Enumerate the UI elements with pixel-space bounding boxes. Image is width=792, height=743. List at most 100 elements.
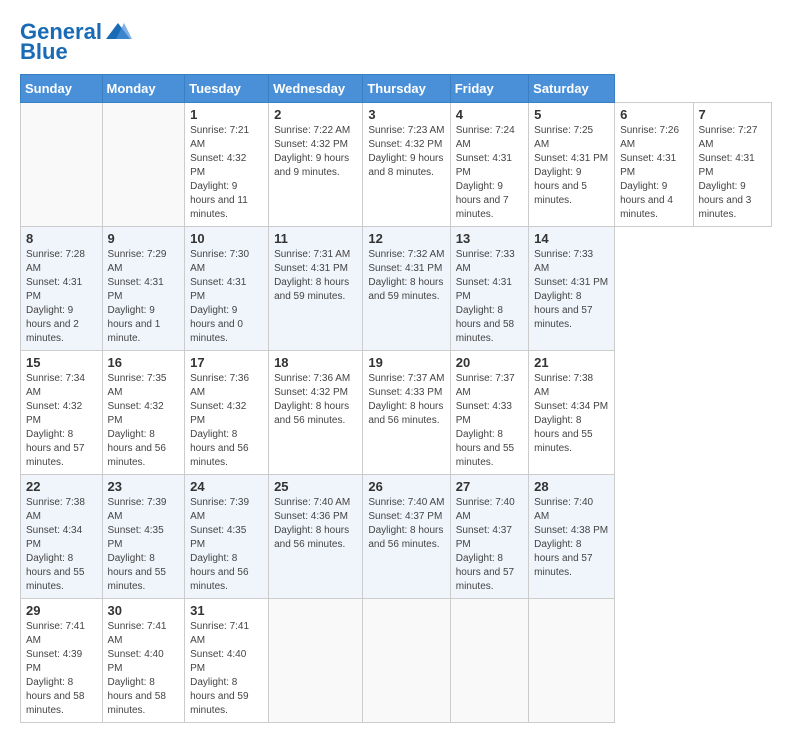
day-number: 15: [26, 355, 97, 370]
calendar-cell: [450, 599, 528, 723]
calendar-cell: 17 Sunrise: 7:36 AMSunset: 4:32 PMDayligh…: [185, 351, 269, 475]
calendar-cell: [529, 599, 615, 723]
day-number: 25: [274, 479, 357, 494]
day-info: Sunrise: 7:30 AMSunset: 4:31 PMDaylight:…: [190, 248, 263, 346]
logo-blue-text: Blue: [20, 40, 68, 64]
day-info: Sunrise: 7:40 AMSunset: 4:36 PMDaylight:…: [274, 496, 357, 552]
day-info: Sunrise: 7:33 AMSunset: 4:31 PMDaylight:…: [456, 248, 523, 346]
calendar-cell: 26 Sunrise: 7:40 AMSunset: 4:37 PMDayligh…: [363, 475, 450, 599]
day-number: 9: [108, 231, 180, 246]
day-number: 22: [26, 479, 97, 494]
col-header-wednesday: Wednesday: [269, 75, 363, 103]
day-number: 14: [534, 231, 609, 246]
day-info: Sunrise: 7:35 AMSunset: 4:32 PMDaylight:…: [108, 372, 180, 470]
logo-icon: [104, 21, 132, 43]
day-number: 23: [108, 479, 180, 494]
day-number: 30: [108, 603, 180, 618]
week-row-4: 22 Sunrise: 7:38 AMSunset: 4:34 PMDayligh…: [21, 475, 772, 599]
page-header: General Blue: [20, 20, 772, 64]
day-info: Sunrise: 7:28 AMSunset: 4:31 PMDaylight:…: [26, 248, 97, 346]
day-info: Sunrise: 7:40 AMSunset: 4:38 PMDaylight:…: [534, 496, 609, 580]
day-number: 6: [620, 107, 687, 122]
col-header-monday: Monday: [102, 75, 185, 103]
day-number: 13: [456, 231, 523, 246]
calendar-cell: 8 Sunrise: 7:28 AMSunset: 4:31 PMDaylight…: [21, 227, 103, 351]
day-number: 10: [190, 231, 263, 246]
col-header-sunday: Sunday: [21, 75, 103, 103]
day-info: Sunrise: 7:41 AMSunset: 4:40 PMDaylight:…: [108, 620, 180, 718]
day-info: Sunrise: 7:33 AMSunset: 4:31 PMDaylight:…: [534, 248, 609, 332]
day-info: Sunrise: 7:40 AMSunset: 4:37 PMDaylight:…: [368, 496, 444, 552]
day-number: 8: [26, 231, 97, 246]
day-info: Sunrise: 7:40 AMSunset: 4:37 PMDaylight:…: [456, 496, 523, 594]
day-number: 26: [368, 479, 444, 494]
calendar-cell: 31Sunrise: 7:41 AMSunset: 4:40 PMDayligh…: [185, 599, 269, 723]
calendar-cell: 10 Sunrise: 7:30 AMSunset: 4:31 PMDayligh…: [185, 227, 269, 351]
day-number: 28: [534, 479, 609, 494]
col-header-tuesday: Tuesday: [185, 75, 269, 103]
calendar-cell: 1 Sunrise: 7:21 AMSunset: 4:32 PMDaylight…: [185, 103, 269, 227]
calendar-cell: 30 Sunrise: 7:41 AMSunset: 4:40 PMDayligh…: [102, 599, 185, 723]
calendar-cell: 12 Sunrise: 7:32 AMSunset: 4:31 PMDayligh…: [363, 227, 450, 351]
day-info: Sunrise: 7:25 AMSunset: 4:31 PMDaylight:…: [534, 124, 609, 208]
day-number: 16: [108, 355, 180, 370]
day-info: Sunrise: 7:31 AMSunset: 4:31 PMDaylight:…: [274, 248, 357, 304]
calendar-cell: 16 Sunrise: 7:35 AMSunset: 4:32 PMDayligh…: [102, 351, 185, 475]
week-row-2: 8 Sunrise: 7:28 AMSunset: 4:31 PMDaylight…: [21, 227, 772, 351]
week-row-5: 29 Sunrise: 7:41 AMSunset: 4:39 PMDayligh…: [21, 599, 772, 723]
calendar-cell: 24 Sunrise: 7:39 AMSunset: 4:35 PMDayligh…: [185, 475, 269, 599]
calendar-cell: 9 Sunrise: 7:29 AMSunset: 4:31 PMDaylight…: [102, 227, 185, 351]
day-info: Sunrise: 7:36 AMSunset: 4:32 PMDaylight:…: [190, 372, 263, 470]
calendar-cell: 25 Sunrise: 7:40 AMSunset: 4:36 PMDayligh…: [269, 475, 363, 599]
calendar-cell: 6Sunrise: 7:26 AMSunset: 4:31 PMDaylight…: [615, 103, 693, 227]
calendar-cell: 15Sunrise: 7:34 AMSunset: 4:32 PMDayligh…: [21, 351, 103, 475]
day-number: 24: [190, 479, 263, 494]
day-number: 3: [368, 107, 444, 122]
calendar-cell-empty: [102, 103, 185, 227]
day-info: Sunrise: 7:32 AMSunset: 4:31 PMDaylight:…: [368, 248, 444, 304]
calendar-cell: 5Sunrise: 7:25 AMSunset: 4:31 PMDaylight…: [529, 103, 615, 227]
day-info: Sunrise: 7:38 AMSunset: 4:34 PMDaylight:…: [534, 372, 609, 456]
day-number: 17: [190, 355, 263, 370]
day-info: Sunrise: 7:29 AMSunset: 4:31 PMDaylight:…: [108, 248, 180, 346]
week-row-3: 15Sunrise: 7:34 AMSunset: 4:32 PMDayligh…: [21, 351, 772, 475]
calendar-cell: 11 Sunrise: 7:31 AMSunset: 4:31 PMDayligh…: [269, 227, 363, 351]
calendar-table: SundayMondayTuesdayWednesdayThursdayFrid…: [20, 74, 772, 723]
col-header-saturday: Saturday: [529, 75, 615, 103]
calendar-cell: 28 Sunrise: 7:40 AMSunset: 4:38 PMDayligh…: [529, 475, 615, 599]
logo: General Blue: [20, 20, 132, 64]
day-info: Sunrise: 7:21 AMSunset: 4:32 PMDaylight:…: [190, 124, 263, 222]
day-number: 11: [274, 231, 357, 246]
calendar-cell: 27Sunrise: 7:40 AMSunset: 4:37 PMDayligh…: [450, 475, 528, 599]
day-number: 29: [26, 603, 97, 618]
day-info: Sunrise: 7:23 AMSunset: 4:32 PMDaylight:…: [368, 124, 444, 180]
day-number: 1: [190, 107, 263, 122]
day-info: Sunrise: 7:41 AMSunset: 4:39 PMDaylight:…: [26, 620, 97, 718]
day-info: Sunrise: 7:39 AMSunset: 4:35 PMDaylight:…: [190, 496, 263, 594]
calendar-cell: 20 Sunrise: 7:37 AMSunset: 4:33 PMDayligh…: [450, 351, 528, 475]
day-number: 20: [456, 355, 523, 370]
calendar-cell: 3 Sunrise: 7:23 AMSunset: 4:32 PMDaylight…: [363, 103, 450, 227]
day-info: Sunrise: 7:24 AMSunset: 4:31 PMDaylight:…: [456, 124, 523, 222]
day-info: Sunrise: 7:37 AMSunset: 4:33 PMDaylight:…: [368, 372, 444, 428]
day-number: 12: [368, 231, 444, 246]
col-header-friday: Friday: [450, 75, 528, 103]
day-number: 4: [456, 107, 523, 122]
day-info: Sunrise: 7:39 AMSunset: 4:35 PMDaylight:…: [108, 496, 180, 594]
calendar-cell: 22 Sunrise: 7:38 AMSunset: 4:34 PMDayligh…: [21, 475, 103, 599]
day-info: Sunrise: 7:36 AMSunset: 4:32 PMDaylight:…: [274, 372, 357, 428]
calendar-cell: 13 Sunrise: 7:33 AMSunset: 4:31 PMDayligh…: [450, 227, 528, 351]
calendar-cell: 2Sunrise: 7:22 AMSunset: 4:32 PMDaylight…: [269, 103, 363, 227]
calendar-cell: 23 Sunrise: 7:39 AMSunset: 4:35 PMDayligh…: [102, 475, 185, 599]
day-number: 31: [190, 603, 263, 618]
calendar-cell: 14 Sunrise: 7:33 AMSunset: 4:31 PMDayligh…: [529, 227, 615, 351]
calendar-cell-empty: [21, 103, 103, 227]
calendar-cell: [269, 599, 363, 723]
day-info: Sunrise: 7:38 AMSunset: 4:34 PMDaylight:…: [26, 496, 97, 594]
calendar-cell: 19 Sunrise: 7:37 AMSunset: 4:33 PMDayligh…: [363, 351, 450, 475]
day-info: Sunrise: 7:37 AMSunset: 4:33 PMDaylight:…: [456, 372, 523, 470]
day-number: 19: [368, 355, 444, 370]
day-info: Sunrise: 7:22 AMSunset: 4:32 PMDaylight:…: [274, 124, 357, 180]
calendar-cell: 29 Sunrise: 7:41 AMSunset: 4:39 PMDayligh…: [21, 599, 103, 723]
day-number: 7: [699, 107, 767, 122]
